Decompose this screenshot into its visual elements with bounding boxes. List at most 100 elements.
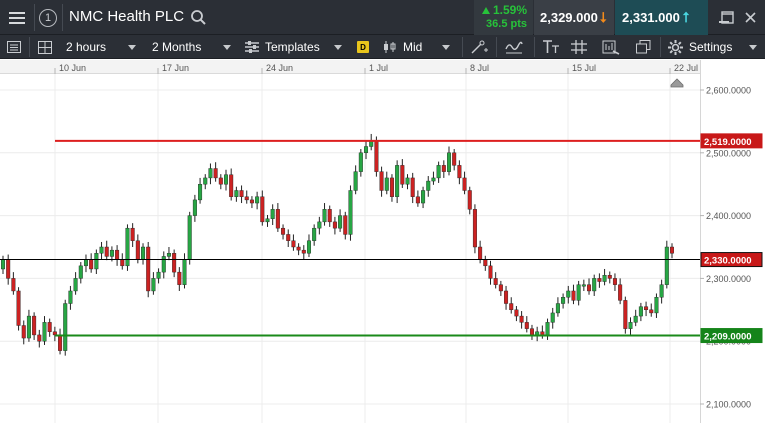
- y-tick-label: 2,600.0000: [706, 86, 751, 96]
- draw-tools-button[interactable]: [471, 35, 489, 59]
- hamburger-icon: [9, 11, 25, 24]
- settings-button[interactable]: Settings: [668, 35, 732, 59]
- candle-down: [457, 165, 462, 179]
- candle-up: [1, 259, 5, 270]
- candle-up: [421, 190, 426, 204]
- candle-down: [244, 196, 249, 201]
- gear-icon: [668, 39, 683, 55]
- x-tick-label: 17 Jun: [162, 63, 189, 73]
- candle-down: [644, 306, 649, 311]
- candle-up: [426, 180, 431, 191]
- layout-button[interactable]: [38, 35, 52, 59]
- templates-select[interactable]: Templates: [245, 35, 320, 59]
- instrument-title[interactable]: NMC Health PLC: [69, 8, 184, 25]
- candle-up: [63, 303, 68, 351]
- candle-up: [628, 322, 633, 329]
- support-price-label: 2,209.0000: [704, 332, 752, 343]
- candle-up: [68, 290, 73, 304]
- chart-canvas[interactable]: 10 Jun 17 Jun 24 Jun 1 Jul 8 Jul 15 Jul 22 Jul…: [0, 60, 765, 423]
- y-tick-label: 2,400.0000: [706, 211, 751, 221]
- candle-up: [208, 168, 213, 179]
- candle-down: [37, 334, 42, 342]
- price-change-box: 1.59% 36.5 pts: [474, 0, 533, 35]
- candle-up: [447, 152, 452, 172]
- candle-up: [42, 322, 47, 342]
- candle-down: [52, 331, 57, 336]
- candle-down: [374, 140, 379, 172]
- up-triangle-icon: [481, 7, 490, 14]
- close-button[interactable]: [740, 0, 760, 35]
- candle-up: [576, 284, 581, 301]
- price-chart[interactable]: 10 Jun 17 Jun 24 Jun 1 Jul 8 Jul 15 Jul 22 Jul…: [0, 60, 765, 423]
- indicators-button[interactable]: [505, 35, 523, 59]
- copy-chart-button[interactable]: [636, 35, 651, 59]
- chevron-down-icon: [749, 45, 757, 50]
- buy-price-button[interactable]: 2,331.000 ⭡: [615, 0, 708, 35]
- candle-down: [249, 199, 254, 204]
- candle-up: [198, 183, 203, 201]
- copy-window-icon: [636, 40, 651, 54]
- chevron-down-icon: [128, 45, 136, 50]
- templates-label: Templates: [265, 40, 320, 54]
- text-tool-button[interactable]: [542, 35, 560, 59]
- chevron-down-icon: [334, 45, 342, 50]
- candle-down: [493, 278, 498, 285]
- candle-down: [120, 259, 125, 267]
- list-view-button[interactable]: [7, 35, 21, 59]
- studies-button[interactable]: [602, 35, 620, 59]
- maximize-icon: [720, 11, 734, 24]
- candle-up: [156, 271, 161, 279]
- crosshair-button[interactable]: [571, 35, 587, 59]
- candle-down: [649, 309, 654, 314]
- candle-down: [130, 227, 135, 241]
- title-divider: [62, 4, 63, 31]
- candle-down: [452, 152, 457, 166]
- period-select[interactable]: 2 Months: [152, 35, 201, 59]
- candle-up: [664, 246, 669, 285]
- candle-up: [83, 259, 88, 267]
- candle-down: [571, 290, 576, 301]
- candle-up: [151, 278, 156, 292]
- candle-up: [306, 240, 311, 254]
- hamburger-menu-button[interactable]: [0, 0, 34, 35]
- title-divider: [34, 4, 35, 31]
- candle-up: [255, 196, 260, 204]
- candle-down: [135, 240, 140, 260]
- candle-up: [581, 284, 586, 287]
- restore-button[interactable]: [716, 0, 738, 35]
- candle-up: [234, 190, 239, 197]
- chart-toolbar: 2 hours 2 Months Templates D Mid Setting…: [0, 35, 765, 59]
- candle-up: [73, 278, 78, 292]
- interval-select[interactable]: 2 hours: [66, 35, 106, 59]
- current-price-label: 2,330.0000: [704, 256, 752, 267]
- candle-down: [618, 284, 623, 301]
- link-group-button[interactable]: 1: [37, 0, 59, 35]
- candle-up: [78, 265, 83, 279]
- arrow-down-icon: ⭣: [599, 9, 607, 25]
- candle-up: [545, 322, 550, 336]
- candle-down: [410, 177, 415, 197]
- candle-down: [172, 253, 177, 273]
- candle-up: [265, 218, 270, 223]
- candle-down: [291, 240, 296, 248]
- x-tick-label: 22 Jul: [674, 63, 698, 73]
- candle-up: [166, 253, 171, 257]
- scroll-to-end-icon: [670, 78, 684, 88]
- sell-price: 2,329.000: [540, 10, 598, 25]
- candle-down: [379, 171, 384, 191]
- y-tick-label: 2,500.0000: [706, 148, 751, 158]
- change-points: 36.5 pts: [486, 18, 527, 30]
- candle-down: [332, 221, 337, 229]
- candle-down: [229, 174, 234, 197]
- candlestick-icon: [384, 41, 396, 53]
- candle-down: [389, 177, 394, 197]
- period-label: 2 Months: [152, 40, 202, 54]
- price-type-select[interactable]: Mid: [383, 35, 422, 59]
- list-icon: [7, 41, 21, 53]
- search-icon[interactable]: [190, 9, 207, 26]
- candle-down: [597, 278, 602, 282]
- sell-price-button[interactable]: 2,329.000 ⭣: [534, 0, 614, 35]
- candle-up: [338, 215, 343, 229]
- candle-up: [592, 278, 597, 292]
- toolbar-divider: [660, 37, 661, 57]
